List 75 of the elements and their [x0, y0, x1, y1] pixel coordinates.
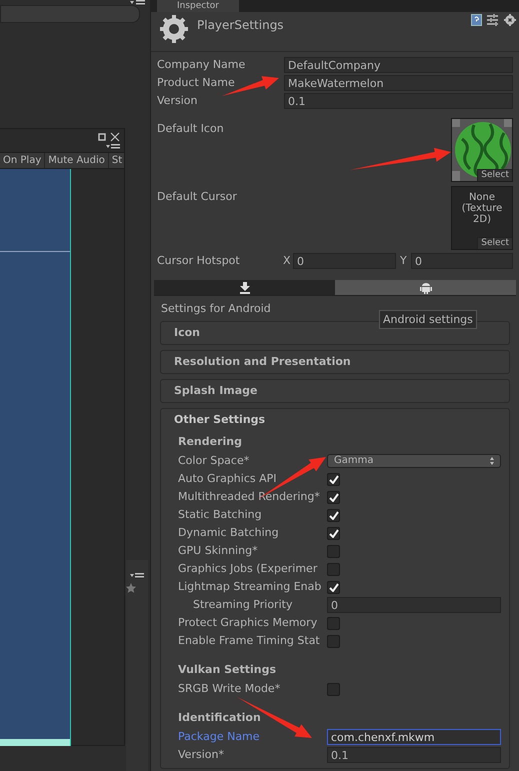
field-label: Version*: [178, 746, 225, 763]
field-label: Package Name: [178, 728, 261, 745]
group-header: Rendering: [177, 434, 243, 450]
field-label: Color Space*: [178, 452, 250, 469]
input-field[interactable]: 0.1: [327, 747, 501, 763]
input-field[interactable]: DefaultCompany: [284, 57, 513, 73]
menu-icon[interactable]: [130, 0, 145, 5]
texture-name: None (Texture 2D): [460, 192, 504, 225]
checkbox[interactable]: [327, 634, 340, 648]
sliders-icon[interactable]: [487, 14, 498, 26]
input-field[interactable]: 0: [293, 253, 396, 269]
input-field[interactable]: 0.1: [284, 93, 513, 109]
inspector-tab[interactable]: Inspector: [157, 0, 239, 12]
field-label: Default Cursor: [157, 189, 237, 202]
toolbar-button[interactable]: On Play: [0, 153, 46, 168]
texture-slot[interactable]: None (Texture 2D) Select: [451, 186, 513, 250]
platform-header: Settings for Android: [160, 301, 272, 316]
group-header: Vulkan Settings: [177, 662, 278, 678]
toolbar-button[interactable]: Mute Audio: [45, 153, 109, 168]
close-icon[interactable]: [110, 132, 120, 142]
field-label: Default Icon: [157, 121, 224, 134]
select-button[interactable]: Select: [477, 169, 512, 181]
field-label: Graphics Jobs (Experimer: [178, 560, 318, 577]
checkbox[interactable]: [327, 616, 340, 630]
toolbar-button[interactable]: St: [108, 153, 124, 168]
input-field[interactable]: MakeWatermelon: [284, 75, 513, 91]
input-field[interactable]: com.chenxf.mkwm: [327, 729, 501, 745]
field-label: Streaming Priority: [192, 596, 294, 613]
field-label: Version: [157, 94, 198, 107]
axis-label: Y: [399, 252, 408, 269]
window-title: PlayerSettings: [197, 17, 284, 34]
checkbox[interactable]: [327, 490, 340, 504]
group-header: Identification: [177, 710, 262, 726]
updown-icon: [490, 457, 494, 465]
star-icon[interactable]: [126, 583, 136, 593]
checkbox[interactable]: [327, 508, 340, 522]
field-label: Lightmap Streaming Enab: [178, 578, 322, 595]
section-header[interactable]: Splash Image: [161, 380, 509, 402]
field-label: Auto Graphics API: [178, 470, 278, 487]
field-label: Cursor Hotspot: [157, 252, 241, 269]
checkbox[interactable]: [327, 544, 340, 558]
checkbox[interactable]: [327, 682, 340, 696]
tooltip: Android settings: [379, 310, 477, 329]
settings-icon[interactable]: [504, 14, 516, 26]
field-label: Static Batching: [178, 506, 263, 523]
checkbox[interactable]: [327, 526, 340, 540]
platform-tab[interactable]: [335, 280, 516, 295]
menu-icon[interactable]: [130, 573, 144, 578]
field-label: SRGB Write Mode*: [178, 680, 282, 697]
texture-slot[interactable]: Select: [451, 118, 513, 182]
download-icon: [240, 282, 250, 294]
axis-label: X: [283, 252, 292, 269]
section-header[interactable]: Other Settings: [161, 409, 509, 431]
input-field[interactable]: 0: [327, 597, 501, 613]
section-header[interactable]: Resolution and Presentation: [161, 351, 509, 373]
field-label: Product Name: [157, 76, 235, 89]
dropdown[interactable]: Gamma: [327, 454, 501, 468]
maximize-icon[interactable]: [98, 133, 106, 141]
select-button[interactable]: Select: [477, 237, 512, 249]
checkbox[interactable]: [327, 472, 340, 486]
field-label: GPU Skinning*: [178, 542, 259, 559]
android-icon: [420, 282, 432, 294]
input-field[interactable]: 0: [411, 253, 513, 269]
menu-icon[interactable]: [106, 144, 120, 149]
checkbox[interactable]: [327, 580, 340, 594]
gear-icon: [159, 14, 189, 44]
platform-tab[interactable]: [154, 280, 335, 295]
checkbox[interactable]: [327, 562, 340, 576]
field-label: Protect Graphics Memory: [178, 614, 318, 631]
field-label: Multithreaded Rendering*: [178, 488, 321, 505]
field-label: Dynamic Batching: [178, 524, 280, 541]
help-icon[interactable]: [471, 14, 482, 26]
field-label: Enable Frame Timing Stat: [178, 632, 321, 649]
field-label: Company Name: [157, 58, 246, 71]
search-field[interactable]: [0, 5, 140, 23]
